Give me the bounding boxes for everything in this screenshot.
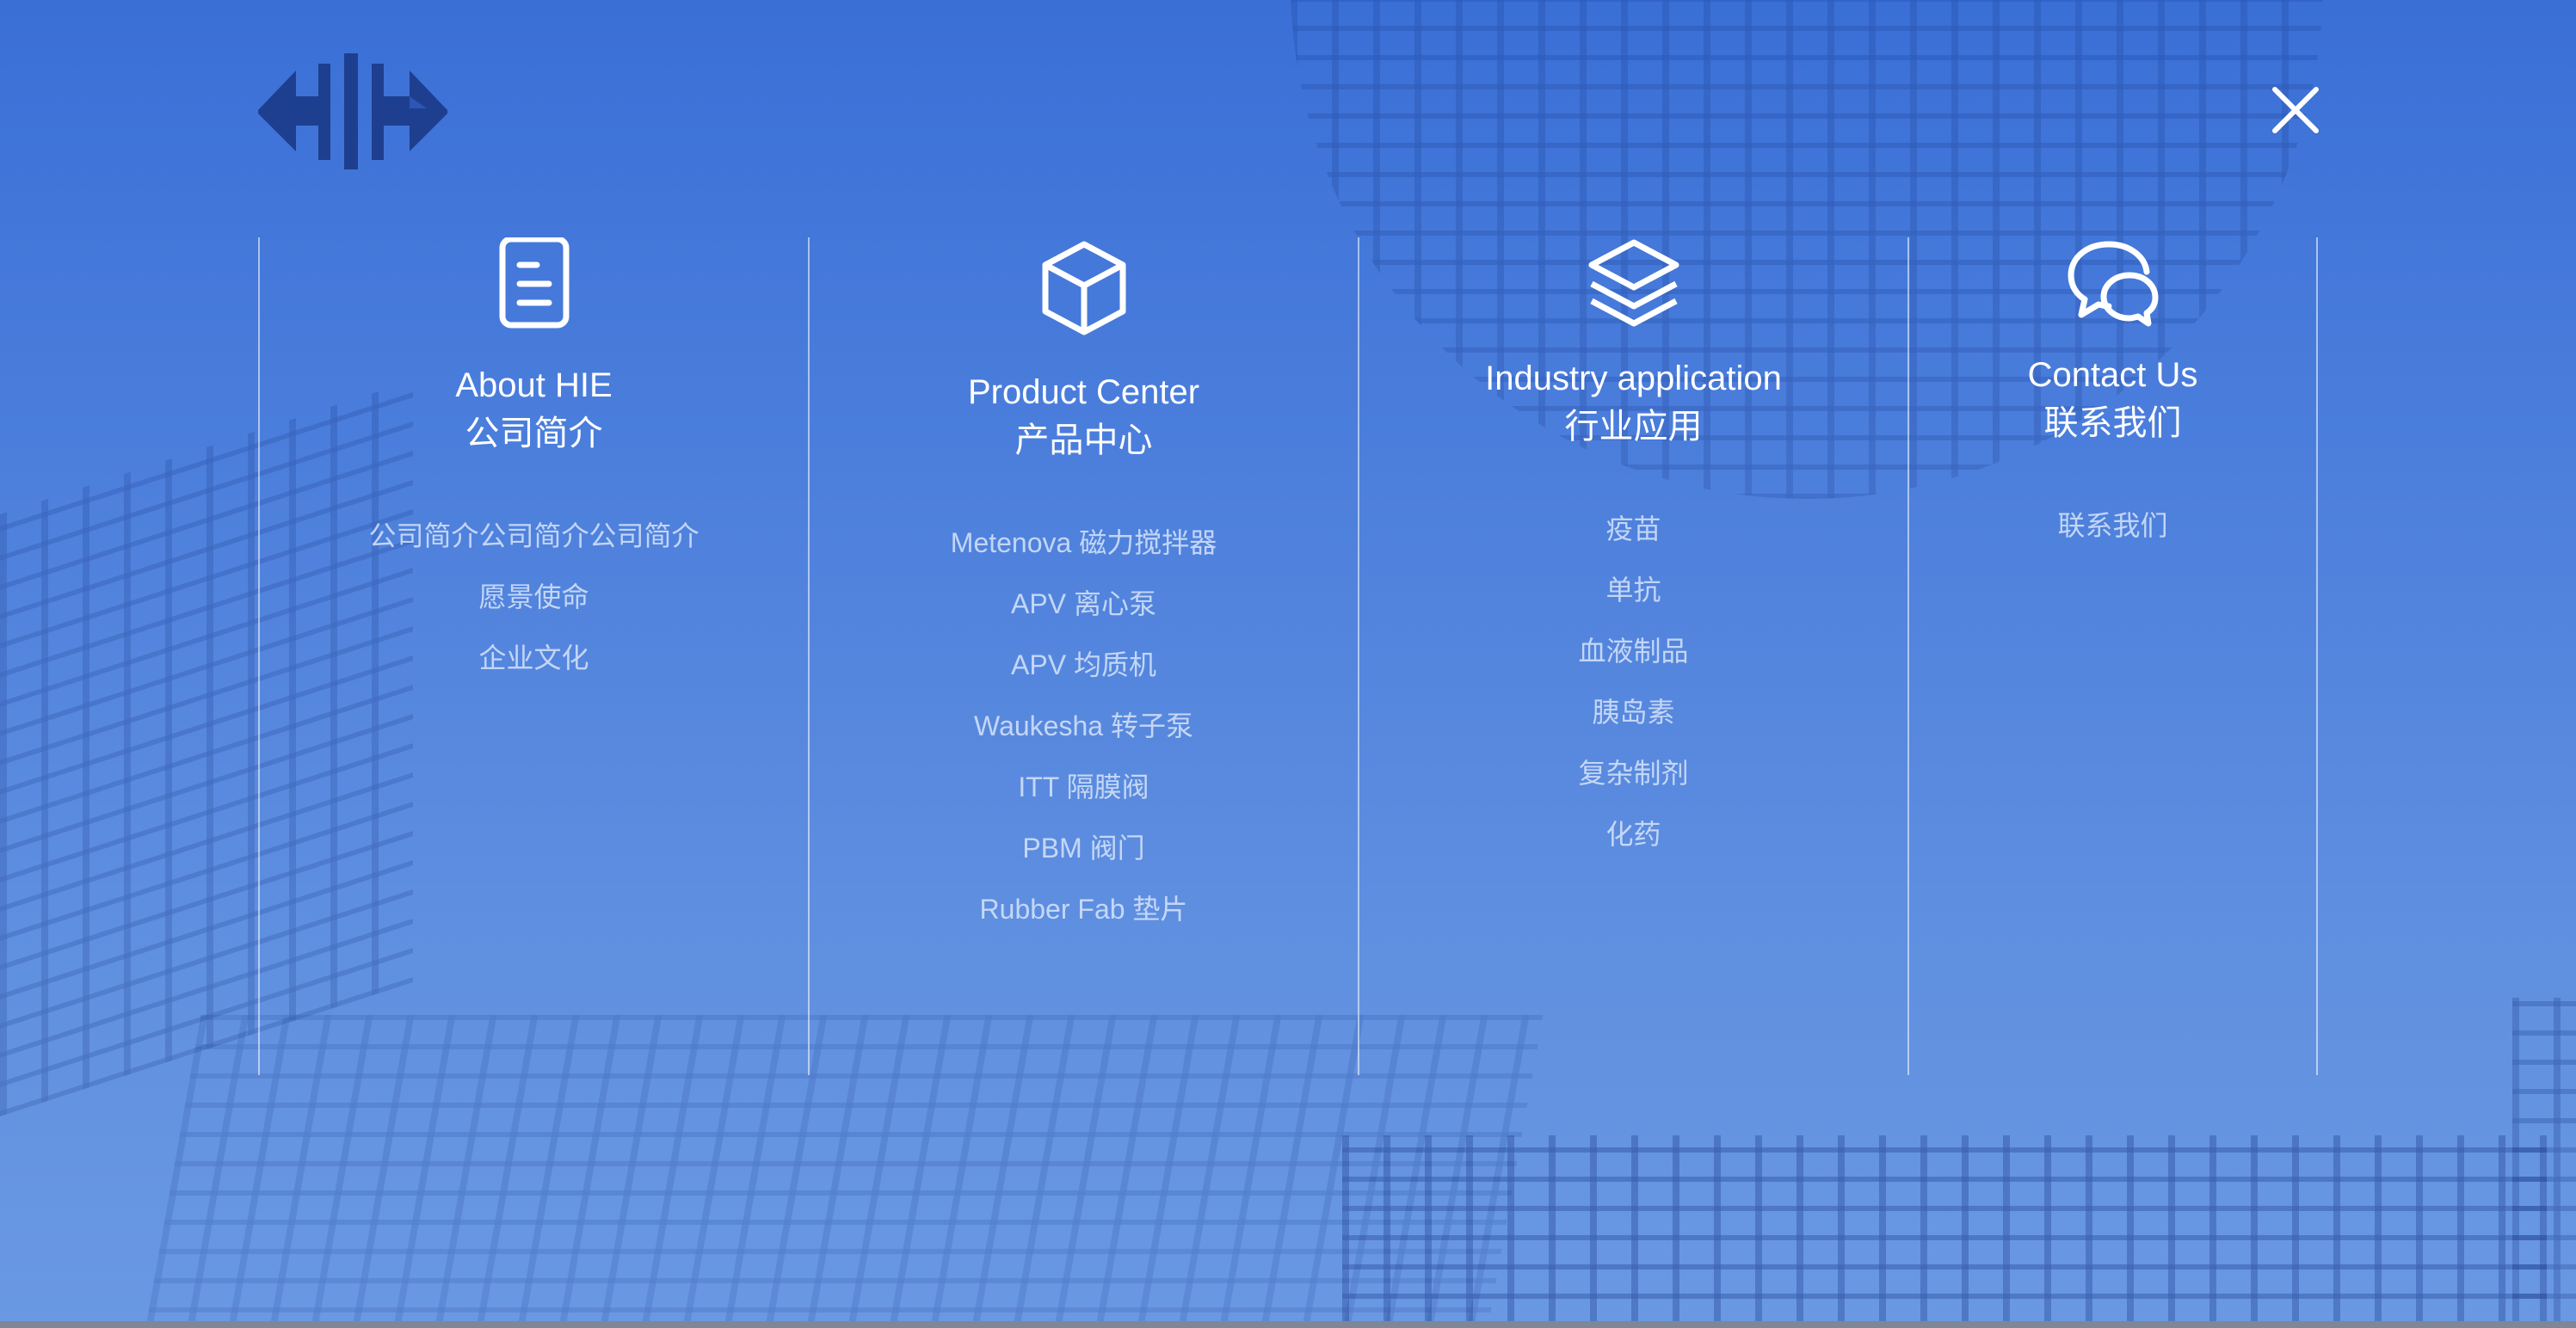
bottom-border (0, 1321, 2576, 1328)
menu-link[interactable]: 复杂制剂 (1578, 743, 1688, 804)
menu-link[interactable]: 胰岛素 (1592, 682, 1674, 743)
column-title-en: Contact Us (2027, 356, 2198, 394)
menu-column-industry: Industry application 行业应用 疫苗 单抗 血液制品 胰岛素… (1358, 237, 1907, 1075)
column-title-en: Product Center (967, 373, 1200, 411)
menu-link[interactable]: 公司简介公司简介公司简介 (368, 506, 699, 567)
column-title-cn: 行业应用 (1564, 408, 1703, 446)
menu-link[interactable]: 愿景使命 (478, 567, 589, 628)
menu-link[interactable]: 化药 (1605, 804, 1661, 865)
document-icon (499, 237, 569, 329)
menu-link[interactable]: 疫苗 (1605, 499, 1661, 560)
column-link-list: Metenova 磁力搅拌器 APV 离心泵 APV 均质机 Waukesha … (951, 513, 1217, 940)
menu-link[interactable]: 企业文化 (478, 628, 589, 689)
menu-link[interactable]: PBM 阀门 (1022, 818, 1144, 879)
layers-icon (1588, 239, 1679, 327)
menu-column-contact: Contact Us 联系我们 联系我们 (1907, 237, 2318, 1075)
menu-link[interactable]: 血液制品 (1578, 621, 1688, 682)
menu-link[interactable]: APV 均质机 (1011, 635, 1156, 696)
menu-columns: About HIE 公司简介 公司简介公司简介公司简介 愿景使命 企业文化 Pr… (258, 237, 2318, 1075)
column-title-cn: 产品中心 (1014, 421, 1153, 459)
cube-icon (1042, 241, 1125, 335)
column-link-list: 疫苗 单抗 血液制品 胰岛素 复杂制剂 化药 (1578, 499, 1688, 865)
column-title[interactable]: About HIE 公司简介 (455, 361, 612, 458)
close-icon[interactable] (2268, 83, 2323, 138)
column-link-list: 公司简介公司简介公司简介 愿景使命 企业文化 (368, 506, 699, 689)
menu-link[interactable]: APV 离心泵 (1011, 574, 1156, 635)
menu-link[interactable]: ITT 隔膜阀 (1018, 757, 1149, 818)
column-title-cn: 联系我们 (2043, 404, 2182, 442)
menu-link[interactable]: Rubber Fab 垫片 (980, 879, 1188, 940)
column-link-list: 联系我们 (2057, 495, 2167, 556)
menu-link[interactable]: 联系我们 (2057, 495, 2167, 556)
menu-overlay: About HIE 公司简介 公司简介公司简介公司简介 愿景使命 企业文化 Pr… (0, 0, 2576, 1328)
column-title-en: Industry application (1485, 360, 1782, 397)
chat-icon (2068, 241, 2158, 327)
menu-link[interactable]: Waukesha 转子泵 (974, 696, 1193, 757)
column-title-cn: 公司简介 (465, 415, 603, 452)
column-title-en: About HIE (455, 366, 613, 404)
column-title[interactable]: Contact Us 联系我们 (2028, 351, 2198, 447)
menu-column-about: About HIE 公司简介 公司简介公司简介公司简介 愿景使命 企业文化 (258, 237, 808, 1075)
menu-link[interactable]: Metenova 磁力搅拌器 (951, 513, 1217, 574)
menu-link[interactable]: 单抗 (1605, 560, 1661, 621)
column-title[interactable]: Industry application 行业应用 (1485, 354, 1782, 451)
column-title[interactable]: Product Center 产品中心 (968, 368, 1199, 464)
menu-column-products: Product Center 产品中心 Metenova 磁力搅拌器 APV 离… (808, 237, 1358, 1075)
hie-logo[interactable] (258, 53, 447, 169)
